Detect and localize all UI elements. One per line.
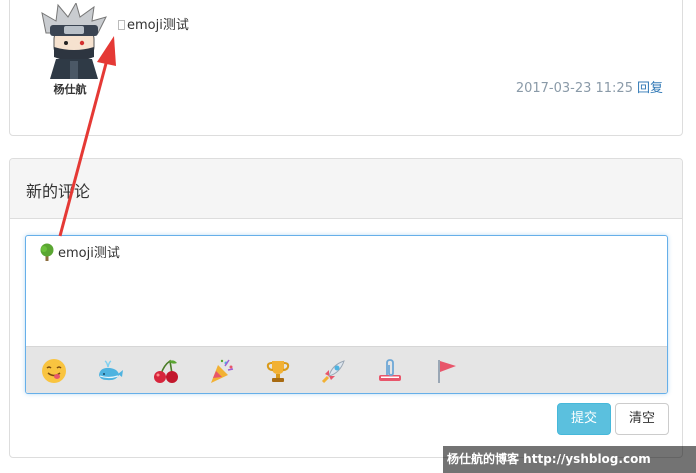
clear-button[interactable]: 清空 <box>615 403 669 435</box>
comment-timestamp: 2017-03-23 11:25 <box>515 81 633 96</box>
comment-editor[interactable]: emoji测试 <box>25 235 668 394</box>
deciduous-tree-emoji-icon <box>40 243 54 261</box>
comment-text: emoji测试 <box>127 18 189 33</box>
emoji-toolbar <box>26 346 667 393</box>
comment-meta: 2017-03-23 11:25 回复 <box>516 77 663 96</box>
panel-heading <box>10 159 682 219</box>
missing-emoji-glyph-icon <box>118 20 125 30</box>
editor-text: emoji测试 <box>58 246 120 261</box>
party-popper-icon[interactable] <box>208 357 236 385</box>
watermark: 杨仕航的博客 http://yshblog.com <box>443 446 696 473</box>
smiley-tongue-icon[interactable] <box>40 357 68 385</box>
rocket-icon[interactable] <box>320 357 348 385</box>
paperclip-book-icon[interactable] <box>376 357 404 385</box>
whale-icon[interactable] <box>96 357 124 385</box>
cherries-icon[interactable] <box>152 357 180 385</box>
panel-title: 新的评论 <box>26 182 91 201</box>
submit-button[interactable]: 提交 <box>557 403 611 435</box>
reply-link[interactable]: 回复 <box>637 81 663 96</box>
user-avatar[interactable] <box>40 3 108 79</box>
comment-text-row: emoji测试 <box>118 14 189 33</box>
comment-username[interactable]: 杨仕航 <box>30 81 110 97</box>
flag-icon[interactable] <box>432 357 460 385</box>
trophy-icon[interactable] <box>264 357 292 385</box>
comment-card: 杨仕航 emoji测试 2017-03-23 11:25 回复 <box>9 0 683 136</box>
editor-content[interactable]: emoji测试 <box>38 242 120 261</box>
